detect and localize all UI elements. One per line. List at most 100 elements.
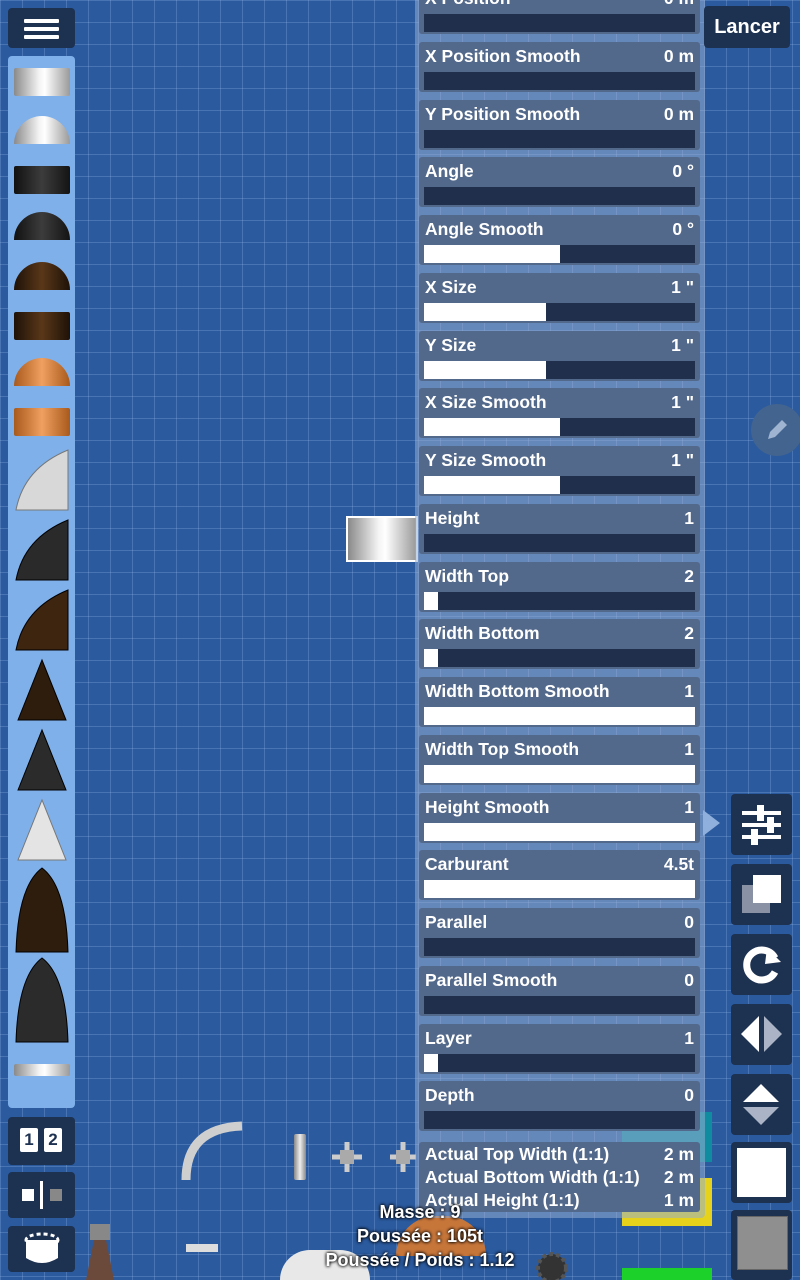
property-layer: Layer 1 — [419, 1023, 700, 1074]
property-label: Y Size — [425, 334, 477, 355]
part-fuel-tank-dark[interactable] — [14, 166, 70, 194]
part-engine[interactable] — [76, 1222, 124, 1280]
part-tank-green[interactable] — [622, 1268, 712, 1280]
part-pipe-bend[interactable] — [176, 1118, 248, 1184]
property-label: Width Bottom Smooth — [425, 681, 610, 701]
layer-toggle-button[interactable]: 1 2 — [8, 1117, 75, 1165]
property-value: 0 ° — [672, 219, 694, 239]
property-slider[interactable] — [424, 822, 695, 841]
part-dome-wood[interactable] — [14, 262, 70, 290]
launch-button[interactable]: Lancer — [704, 6, 790, 48]
storage-button[interactable] — [8, 1226, 75, 1272]
part-dome-metal[interactable] — [14, 116, 70, 144]
property-slider-fill — [424, 707, 695, 725]
property-value: 0 m — [663, 45, 694, 66]
property-width-top: Width Top 2 — [419, 561, 700, 612]
property-slider[interactable] — [424, 1111, 695, 1130]
flip-vertical-icon — [743, 1084, 779, 1125]
part-fuel-tank-metal[interactable] — [14, 68, 70, 96]
property-slider[interactable] — [424, 707, 695, 725]
thrust-weight-stat: Poussée / Poids : 1.12 — [325, 1250, 515, 1270]
actual-top-width-label: Actual Top Width (1:1) — [425, 1144, 610, 1164]
property-label: Height Smooth — [425, 796, 550, 817]
part-rcs-thruster-2[interactable] — [390, 1140, 416, 1174]
property-slider[interactable] — [424, 360, 695, 379]
flip-horizontal-button[interactable] — [731, 1004, 792, 1065]
part-ogive-wood[interactable] — [14, 866, 70, 954]
property-height-smooth: Height Smooth 1 — [419, 792, 700, 843]
property-slider-fill — [424, 649, 438, 668]
color-white-button[interactable] — [731, 1142, 792, 1203]
selected-part[interactable] — [346, 516, 418, 562]
flip-vertical-button[interactable] — [731, 1074, 792, 1135]
color-swatch-white — [737, 1148, 786, 1197]
property-slider[interactable] — [424, 764, 695, 783]
part-small-separator[interactable] — [186, 1244, 218, 1252]
part-strut[interactable] — [294, 1134, 306, 1180]
property-slider-fill — [424, 360, 546, 379]
property-slider[interactable] — [424, 302, 695, 321]
view-toggle-button[interactable] — [8, 1172, 75, 1218]
part-fairing-metal[interactable] — [14, 448, 70, 512]
rotate-button[interactable] — [731, 934, 792, 995]
part-fuel-tank-copper[interactable] — [14, 408, 70, 436]
property-label: X Size Smooth — [425, 392, 547, 413]
parts-palette — [8, 56, 75, 1108]
property-slider[interactable] — [424, 533, 695, 552]
part-dome-dark[interactable] — [14, 212, 70, 240]
property-label: Parallel Smooth — [425, 969, 558, 990]
property-label: Y Size Smooth — [425, 450, 547, 470]
property-slider[interactable] — [424, 995, 695, 1014]
property-value: 2 — [684, 623, 694, 644]
property-angle-smooth: Angle Smooth 0 ° — [419, 215, 700, 265]
property-label: Layer — [425, 1027, 472, 1048]
property-value: 1 " — [671, 334, 694, 355]
property-slider[interactable] — [424, 880, 695, 899]
property-slider-fill — [424, 880, 695, 899]
part-separator[interactable] — [14, 1064, 70, 1076]
property-slider[interactable] — [424, 71, 695, 90]
property-x-position-smooth: X Position Smooth 0 m — [419, 41, 700, 92]
part-cone-dark[interactable] — [14, 728, 70, 792]
property-y-position-smooth: Y Position Smooth 0 m — [419, 99, 700, 150]
property-value: 0 ° — [672, 161, 694, 182]
sliders-icon — [742, 805, 781, 845]
property-slider[interactable] — [424, 938, 695, 956]
property-depth: Depth 0 — [419, 1081, 700, 1132]
property-value: 0 — [684, 1085, 694, 1106]
property-parallel: Parallel 0 — [419, 908, 700, 958]
property-slider[interactable] — [424, 129, 695, 148]
property-slider-fill — [424, 591, 438, 610]
property-value: 1 — [684, 796, 694, 817]
property-slider[interactable] — [424, 649, 695, 668]
property-value: 0 — [684, 969, 694, 990]
property-slider[interactable] — [424, 476, 695, 494]
part-ogive-dark[interactable] — [14, 956, 70, 1044]
property-slider-fill — [424, 476, 560, 494]
pencil-icon — [768, 420, 787, 439]
part-fuel-tank-wood[interactable] — [14, 312, 70, 340]
panel-pointer-icon — [703, 810, 720, 836]
settings-sliders-button[interactable] — [731, 794, 792, 855]
part-fairing-dark[interactable] — [14, 518, 70, 582]
actual-height-value: 1 m — [663, 1190, 694, 1210]
property-label: Angle — [425, 161, 474, 182]
rotate-icon — [743, 946, 781, 984]
edit-button[interactable] — [751, 404, 800, 456]
menu-button[interactable] — [8, 8, 75, 48]
duplicate-button[interactable] — [731, 864, 792, 925]
part-dome-copper[interactable] — [14, 358, 70, 386]
part-cone-metal[interactable] — [14, 798, 70, 862]
property-slider[interactable] — [424, 1053, 695, 1072]
property-slider[interactable] — [424, 245, 695, 263]
part-rcs-thruster[interactable] — [330, 1140, 364, 1174]
property-height: Height 1 — [419, 503, 700, 554]
part-fairing-wood[interactable] — [14, 588, 70, 652]
property-slider[interactable] — [424, 418, 695, 437]
part-cone-wood[interactable] — [14, 658, 70, 722]
property-slider[interactable] — [424, 591, 695, 610]
color-grey-button[interactable] — [731, 1210, 792, 1280]
property-y-size: Y Size 1 " — [419, 330, 700, 381]
property-slider[interactable] — [424, 187, 695, 206]
property-slider[interactable] — [424, 14, 695, 32]
